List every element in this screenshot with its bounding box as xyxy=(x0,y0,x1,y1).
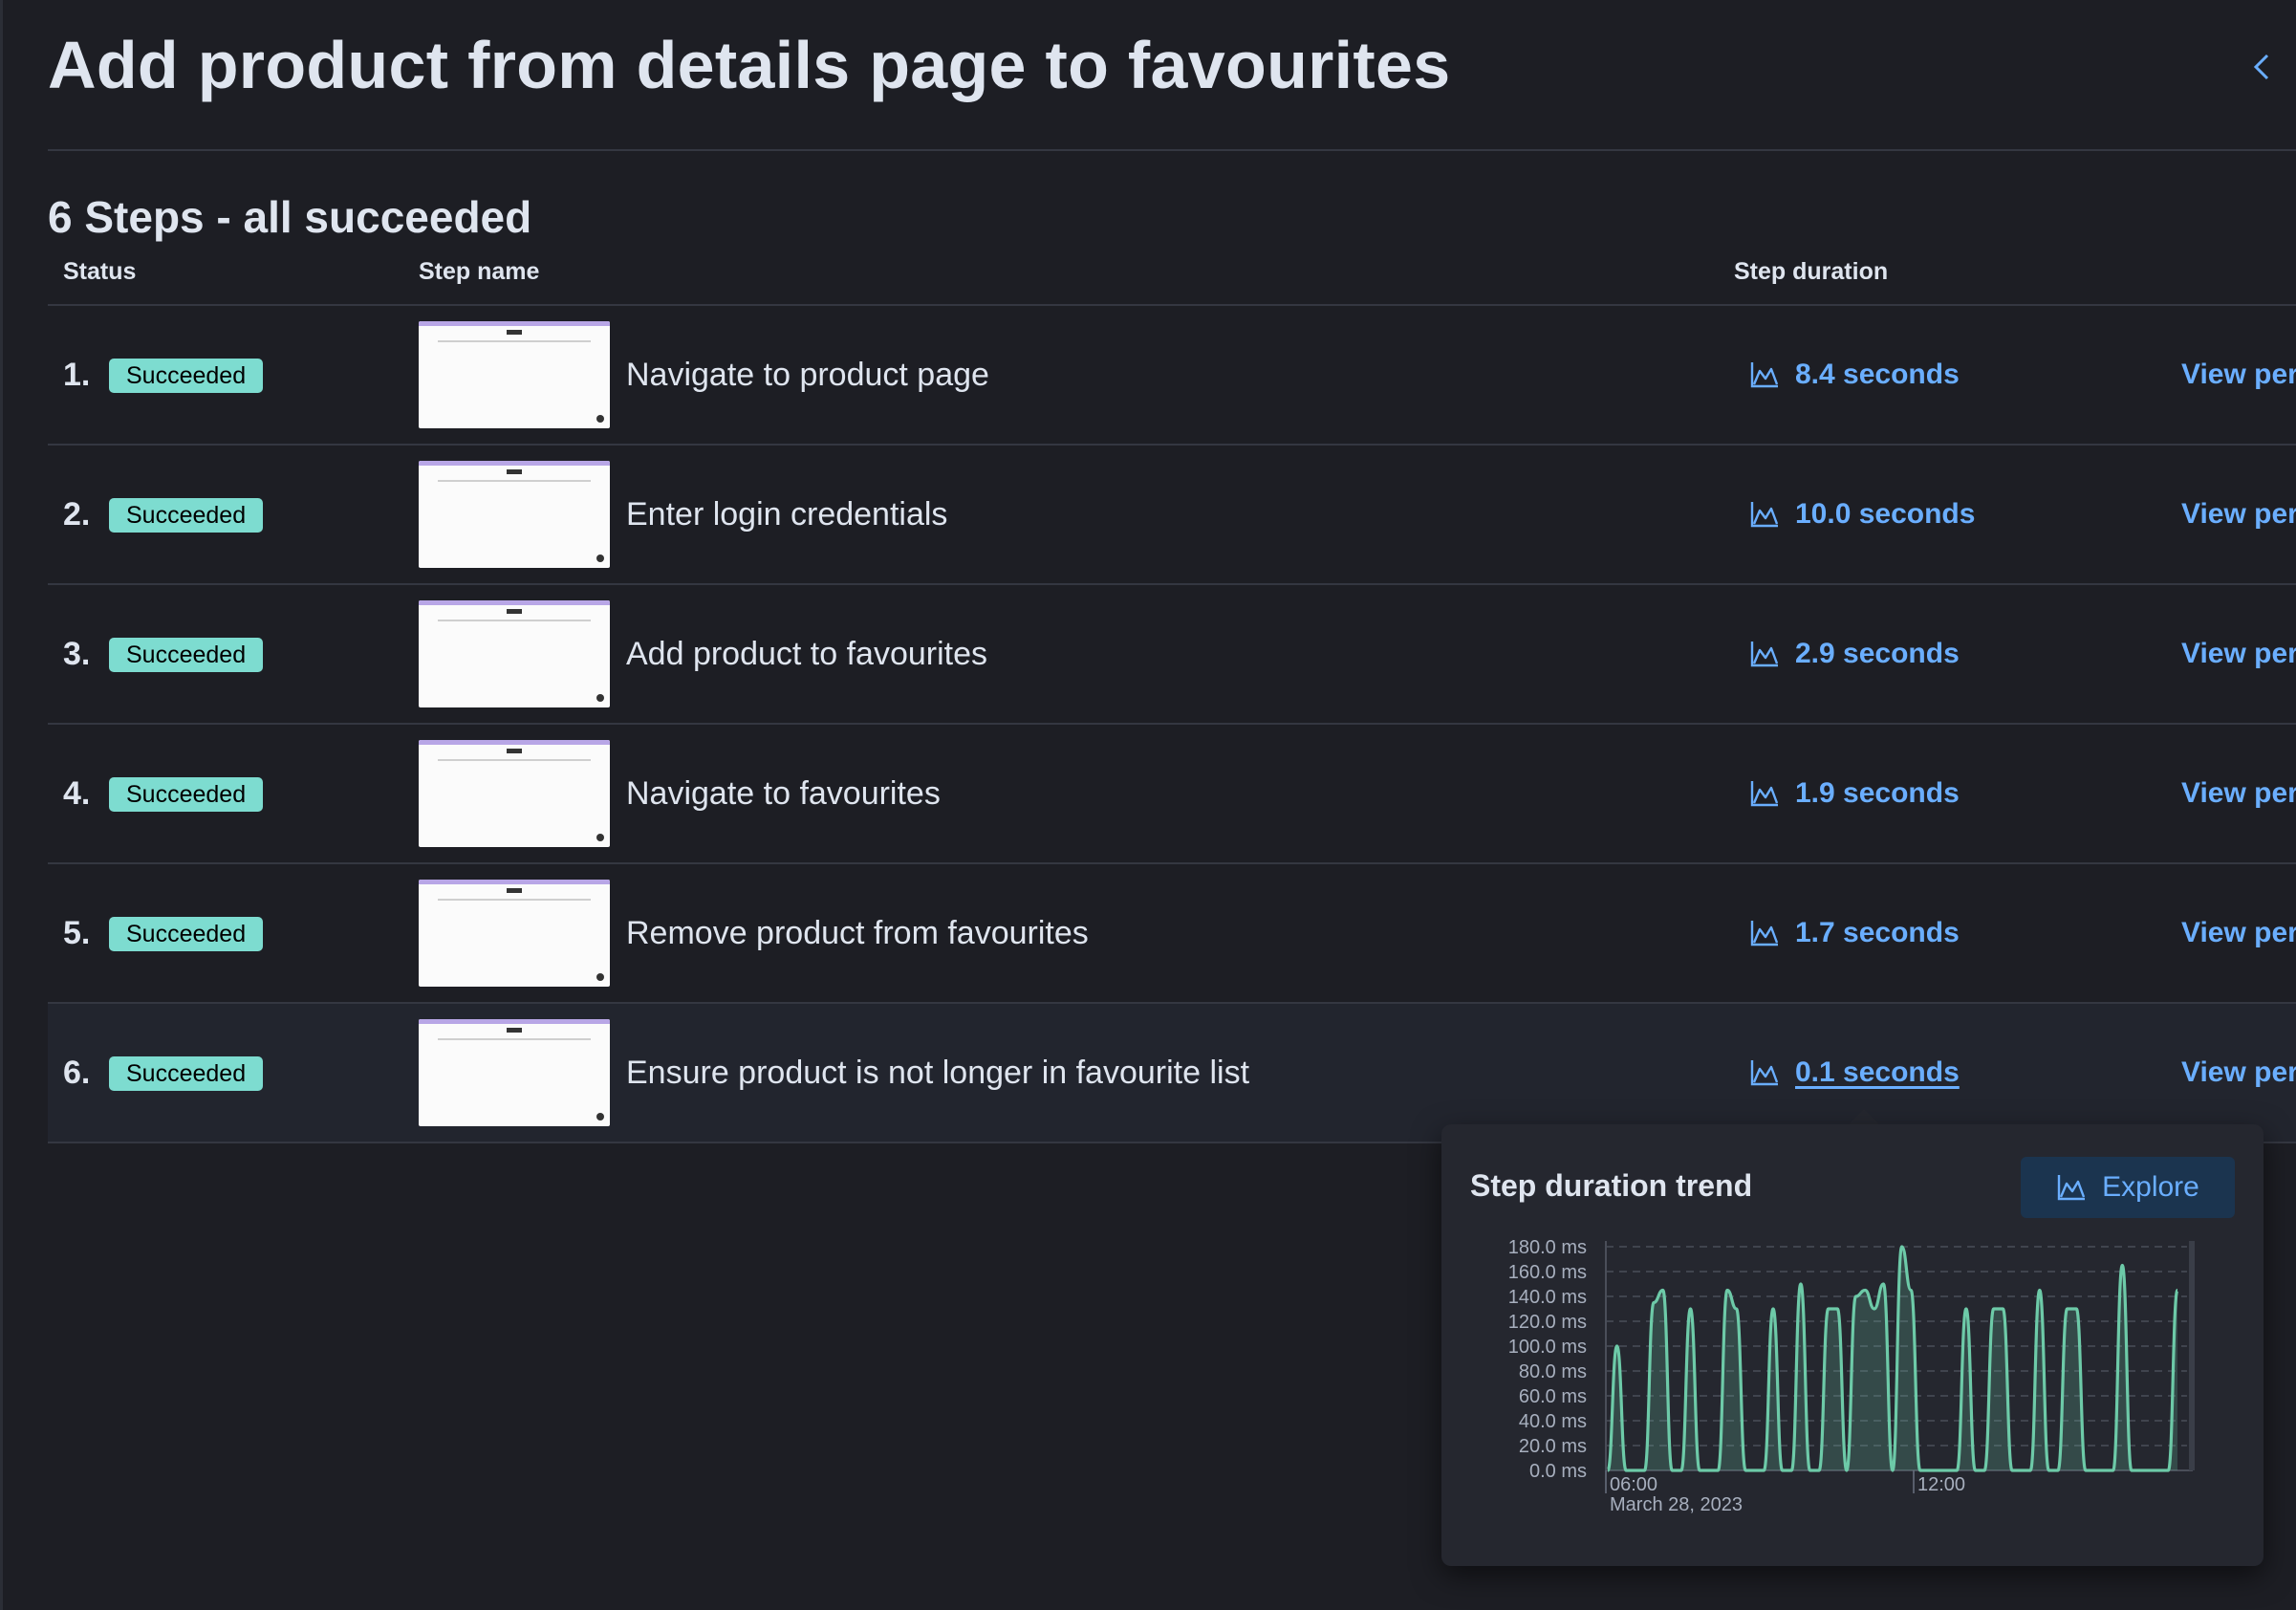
step-screenshot-thumbnail[interactable] xyxy=(419,880,610,987)
step-duration-value: 0.1 seconds xyxy=(1795,1056,1960,1088)
y-tick-label: 80.0 ms xyxy=(1519,1361,1587,1382)
status-badge: Succeeded xyxy=(109,777,264,812)
view-performance-link[interactable]: View per xyxy=(2181,585,2296,723)
column-header-step-duration: Step duration xyxy=(1734,258,1889,285)
table-row: 2. Succeeded Enter login credentials 10.0 s… xyxy=(48,446,2296,585)
step-screenshot-thumbnail[interactable] xyxy=(419,600,610,707)
y-tick-label: 20.0 ms xyxy=(1519,1436,1587,1457)
area-chart-icon xyxy=(1750,362,1779,388)
status-badge: Succeeded xyxy=(109,917,264,951)
y-tick-label: 160.0 ms xyxy=(1508,1262,1587,1283)
step-duration-link[interactable]: 1.9 seconds xyxy=(1749,725,1960,862)
step-duration-trend-chart: 180.0 ms 160.0 ms 140.0 ms 120.0 ms 100.0 ms… xyxy=(1508,1237,2195,1515)
column-header-step-name: Step name xyxy=(419,258,540,285)
area-chart-icon xyxy=(1750,1060,1779,1086)
y-tick-label: 40.0 ms xyxy=(1519,1411,1587,1432)
x-tick-label: 12:00 xyxy=(1917,1474,1965,1495)
step-duration-link[interactable]: 8.4 seconds xyxy=(1749,306,1960,444)
area-chart-icon xyxy=(1750,781,1779,807)
table-row: 6. Succeeded Ensure product is not longer … xyxy=(48,1004,2296,1143)
view-performance-link[interactable]: View per xyxy=(2181,306,2296,444)
view-performance-link[interactable]: View per xyxy=(2181,1004,2296,1142)
x-axis-date-label: March 28, 2023 xyxy=(1610,1494,1743,1515)
y-tick-label: 120.0 ms xyxy=(1508,1312,1587,1333)
y-tick-label: 140.0 ms xyxy=(1508,1287,1587,1308)
step-name: Ensure product is not longer in favourit… xyxy=(626,1055,1250,1091)
area-chart-icon xyxy=(1750,642,1779,667)
status-badge: Succeeded xyxy=(109,498,264,533)
area-chart-icon xyxy=(1750,921,1779,946)
step-number: 6. xyxy=(63,1055,91,1091)
y-tick-label: 180.0 ms xyxy=(1508,1237,1587,1258)
chevron-left-icon[interactable] xyxy=(2250,48,2273,86)
status-badge: Succeeded xyxy=(109,359,264,393)
left-edge-border xyxy=(0,0,3,1610)
step-name: Navigate to favourites xyxy=(626,775,941,812)
step-name: Remove product from favourites xyxy=(626,915,1089,951)
step-duration-link[interactable]: 2.9 seconds xyxy=(1749,585,1960,723)
table-row: 4. Succeeded Navigate to favourites 1.9 sec… xyxy=(48,725,2296,864)
step-duration-value: 8.4 seconds xyxy=(1795,359,1960,390)
chart-scrollbar[interactable] xyxy=(2189,1241,2195,1470)
step-screenshot-thumbnail[interactable] xyxy=(419,1019,610,1126)
step-screenshot-thumbnail[interactable] xyxy=(419,461,610,568)
step-screenshot-thumbnail[interactable] xyxy=(419,321,610,428)
step-number: 2. xyxy=(63,496,91,533)
steps-summary: 6 Steps - all succeeded xyxy=(48,192,532,242)
step-duration-value: 1.9 seconds xyxy=(1795,777,1960,809)
step-name: Add product to favourites xyxy=(626,636,988,672)
x-tick-label: 06:00 xyxy=(1610,1474,1657,1495)
step-screenshot-thumbnail[interactable] xyxy=(419,740,610,847)
step-duration-link[interactable]: 1.7 seconds xyxy=(1749,864,1960,1002)
table-row: 3. Succeeded Add product to favourites 2.9 … xyxy=(48,585,2296,725)
step-duration-link[interactable]: 10.0 seconds xyxy=(1749,446,1975,583)
step-number: 4. xyxy=(63,775,91,812)
step-duration-value: 2.9 seconds xyxy=(1795,638,1960,669)
y-tick-label: 0.0 ms xyxy=(1529,1461,1587,1482)
status-badge: Succeeded xyxy=(109,638,264,672)
table-row: 1. Succeeded Navigate to product page 8.4 s… xyxy=(48,306,2296,446)
table-row: 5. Succeeded Remove product from favourite… xyxy=(48,864,2296,1004)
step-number: 5. xyxy=(63,915,91,951)
step-name: Navigate to product page xyxy=(626,357,989,393)
step-duration-popover: Step duration trend Explore 180.0 ms 160.… xyxy=(1441,1124,2264,1566)
title-divider xyxy=(48,149,2296,151)
steps-table: 1. Succeeded Navigate to product page 8.4 s… xyxy=(48,306,2296,1143)
view-performance-link[interactable]: View per xyxy=(2181,446,2296,583)
page-title: Add product from details page to favouri… xyxy=(48,28,1451,102)
area-chart-icon xyxy=(1750,502,1779,528)
step-duration-value: 10.0 seconds xyxy=(1795,498,1976,530)
step-number: 3. xyxy=(63,636,91,672)
view-performance-link[interactable]: View per xyxy=(2181,725,2296,862)
status-badge: Succeeded xyxy=(109,1056,264,1091)
step-duration-value: 1.7 seconds xyxy=(1795,917,1960,948)
y-tick-label: 60.0 ms xyxy=(1519,1386,1587,1407)
view-performance-link[interactable]: View per xyxy=(2181,864,2296,1002)
step-name: Enter login credentials xyxy=(626,496,948,533)
y-tick-label: 100.0 ms xyxy=(1508,1337,1587,1358)
step-number: 1. xyxy=(63,357,91,393)
column-header-status: Status xyxy=(63,258,137,285)
